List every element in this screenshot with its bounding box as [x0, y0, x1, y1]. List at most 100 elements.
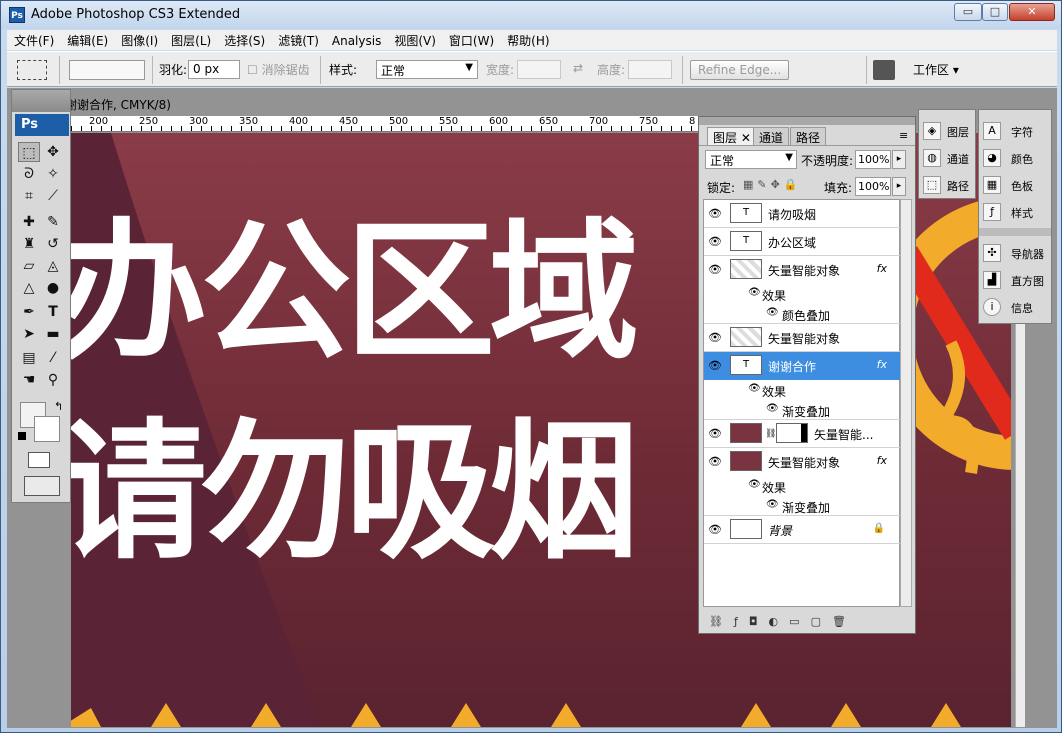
visibility-eye-icon[interactable]: 👁: [708, 331, 722, 344]
visibility-eye-icon[interactable]: 👁: [708, 523, 722, 536]
toolbox-header[interactable]: [12, 90, 70, 112]
screen-mode-icon[interactable]: [24, 476, 60, 496]
visibility-eye-icon[interactable]: 👁: [708, 263, 722, 276]
new-group-icon[interactable]: ▭: [789, 615, 810, 628]
width-input[interactable]: [517, 60, 561, 79]
visibility-eye-icon[interactable]: 👁: [708, 207, 722, 220]
magic-wand-icon[interactable]: ✧: [42, 164, 64, 184]
color-icon[interactable]: ◕: [983, 149, 1001, 167]
quick-mask-icon[interactable]: [28, 452, 50, 468]
move-tool-icon[interactable]: ✥: [42, 142, 64, 162]
layer-row-selected[interactable]: 👁 T 谢谢合作 fx: [704, 352, 901, 380]
fx-icon[interactable]: fx: [877, 358, 887, 371]
brush-tool-icon[interactable]: ✎: [42, 212, 64, 232]
layer-row[interactable]: 👁 矢量智能对象: [704, 324, 901, 352]
menu-analysis[interactable]: Analysis: [325, 32, 387, 52]
style-select[interactable]: 正常 ▼: [376, 60, 478, 79]
dodge-tool-icon[interactable]: ●: [42, 278, 64, 298]
visibility-eye-icon[interactable]: 👁: [708, 455, 722, 468]
channels-dock-icon[interactable]: ◍: [923, 149, 941, 167]
add-style-icon[interactable]: ƒ: [734, 615, 749, 628]
marquee-preset-icon[interactable]: [17, 60, 47, 80]
dock-channels-label[interactable]: 通道: [947, 151, 969, 167]
layer-row[interactable]: 👁 T 办公区域: [704, 228, 901, 256]
styles-icon[interactable]: ƒ: [983, 203, 1001, 221]
slice-tool-icon[interactable]: ⟋: [42, 186, 64, 206]
info-icon[interactable]: i: [983, 298, 1001, 316]
chain-link-icon[interactable]: ⛓: [765, 429, 776, 439]
layer-row[interactable]: 👁 矢量智能对象 fx: [704, 448, 901, 476]
layer-row[interactable]: 👁 背景 🔒: [704, 516, 901, 544]
layer-row[interactable]: 👁 T 请勿吸烟: [704, 200, 901, 228]
type-tool-icon[interactable]: T: [42, 302, 64, 322]
menu-select[interactable]: 选择(S): [217, 30, 271, 50]
effect-row[interactable]: 👁 渐变叠加: [704, 496, 901, 516]
swap-icon[interactable]: ⇄: [573, 61, 583, 75]
notes-tool-icon[interactable]: ▤: [18, 348, 40, 368]
menu-window[interactable]: 窗口(W): [442, 30, 500, 50]
menu-file[interactable]: 文件(F): [7, 30, 60, 50]
fill-input[interactable]: 100%: [855, 177, 891, 196]
dock-histogram-label[interactable]: 直方图: [1011, 273, 1044, 289]
menu-help[interactable]: 帮助(H): [500, 30, 555, 50]
hand-tool-icon[interactable]: ☚: [18, 370, 40, 390]
visibility-eye-icon[interactable]: 👁: [708, 427, 722, 440]
dock-info-label[interactable]: 信息: [1011, 300, 1033, 316]
delete-layer-icon[interactable]: 🗑: [832, 615, 857, 628]
background-color-swatch[interactable]: [34, 416, 60, 442]
opacity-input[interactable]: 100%: [855, 150, 891, 169]
default-colors-icon[interactable]: [18, 432, 26, 440]
dock-styles-label[interactable]: 样式: [1011, 205, 1033, 221]
blend-mode-select[interactable]: 正常 ▼: [705, 150, 797, 169]
swap-colors-icon[interactable]: ↰: [54, 400, 63, 413]
eraser-tool-icon[interactable]: ▱: [18, 256, 40, 276]
height-input[interactable]: [628, 60, 672, 79]
visibility-eye-icon[interactable]: 👁: [766, 307, 779, 318]
crop-tool-icon[interactable]: ⌗: [18, 186, 40, 206]
visibility-eye-icon[interactable]: 👁: [748, 479, 761, 490]
dock-color-label[interactable]: 颜色: [1011, 151, 1033, 167]
effects-row[interactable]: 👁 效果: [704, 476, 901, 496]
marquee-tool-icon[interactable]: ⬚: [18, 142, 40, 162]
pen-tool-icon[interactable]: ✒: [18, 302, 40, 322]
document-tab[interactable]: 谢谢合作, CMYK/8): [65, 96, 171, 113]
tab-paths[interactable]: 路径: [790, 127, 827, 145]
link-layers-icon[interactable]: ⛓: [709, 615, 734, 628]
selection-mode-icons[interactable]: [69, 60, 145, 80]
dock-navigator-label[interactable]: 导航器: [1011, 246, 1044, 262]
tab-channels[interactable]: 通道: [753, 127, 790, 145]
lock-icons[interactable]: ▦✎✥🔒: [743, 178, 802, 191]
menu-filter[interactable]: 滤镜(T): [271, 30, 325, 50]
navigator-icon[interactable]: ✣: [983, 244, 1001, 262]
effects-row[interactable]: 👁 效果: [704, 284, 901, 304]
menu-image[interactable]: 图像(I): [114, 30, 164, 50]
panel-menu-icon[interactable]: ≡: [899, 129, 908, 142]
close-button[interactable]: ✕: [1009, 3, 1055, 21]
visibility-eye-icon[interactable]: 👁: [766, 403, 779, 414]
visibility-eye-icon[interactable]: 👁: [708, 359, 722, 372]
layers-scrollbar[interactable]: [900, 199, 912, 607]
fx-icon[interactable]: fx: [877, 454, 887, 467]
antialias-checkbox[interactable]: ☐ 消除锯齿: [247, 61, 310, 78]
refine-edge-button[interactable]: Refine Edge...: [690, 60, 790, 80]
effect-row[interactable]: 👁 渐变叠加: [704, 400, 901, 420]
layer-row[interactable]: 👁 ⛓ 矢量智能...: [704, 420, 901, 448]
bridge-icon[interactable]: [873, 60, 895, 80]
layers-dock-icon[interactable]: ◈: [923, 122, 941, 140]
maximize-button[interactable]: □: [982, 3, 1008, 21]
menu-layer[interactable]: 图层(L): [164, 30, 217, 50]
visibility-eye-icon[interactable]: 👁: [708, 235, 722, 248]
adjustment-layer-icon[interactable]: ◐: [769, 615, 790, 628]
effect-row[interactable]: 👁 颜色叠加: [704, 304, 901, 324]
dock-layers-label[interactable]: 图层: [947, 124, 969, 140]
minimize-button[interactable]: ▭: [954, 3, 982, 21]
add-mask-icon[interactable]: ◘: [749, 615, 769, 628]
path-select-icon[interactable]: ➤: [18, 324, 40, 344]
visibility-eye-icon[interactable]: 👁: [748, 383, 761, 394]
dock-character-label[interactable]: 字符: [1011, 124, 1033, 140]
character-icon[interactable]: A: [983, 122, 1001, 140]
panel-grip[interactable]: [699, 117, 915, 125]
histogram-icon[interactable]: ▟: [983, 271, 1001, 289]
visibility-eye-icon[interactable]: 👁: [748, 287, 761, 298]
workspace-menu[interactable]: 工作区 ▾: [913, 61, 959, 78]
